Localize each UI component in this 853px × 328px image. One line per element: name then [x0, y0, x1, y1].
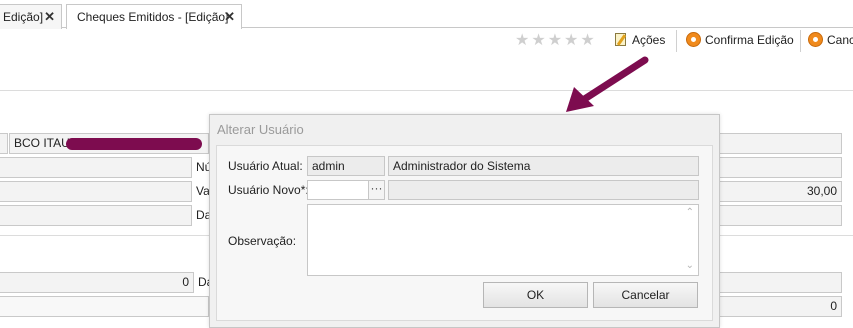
annotation-arrow-shaft	[579, 56, 649, 104]
annotation-arrow	[566, 56, 649, 112]
